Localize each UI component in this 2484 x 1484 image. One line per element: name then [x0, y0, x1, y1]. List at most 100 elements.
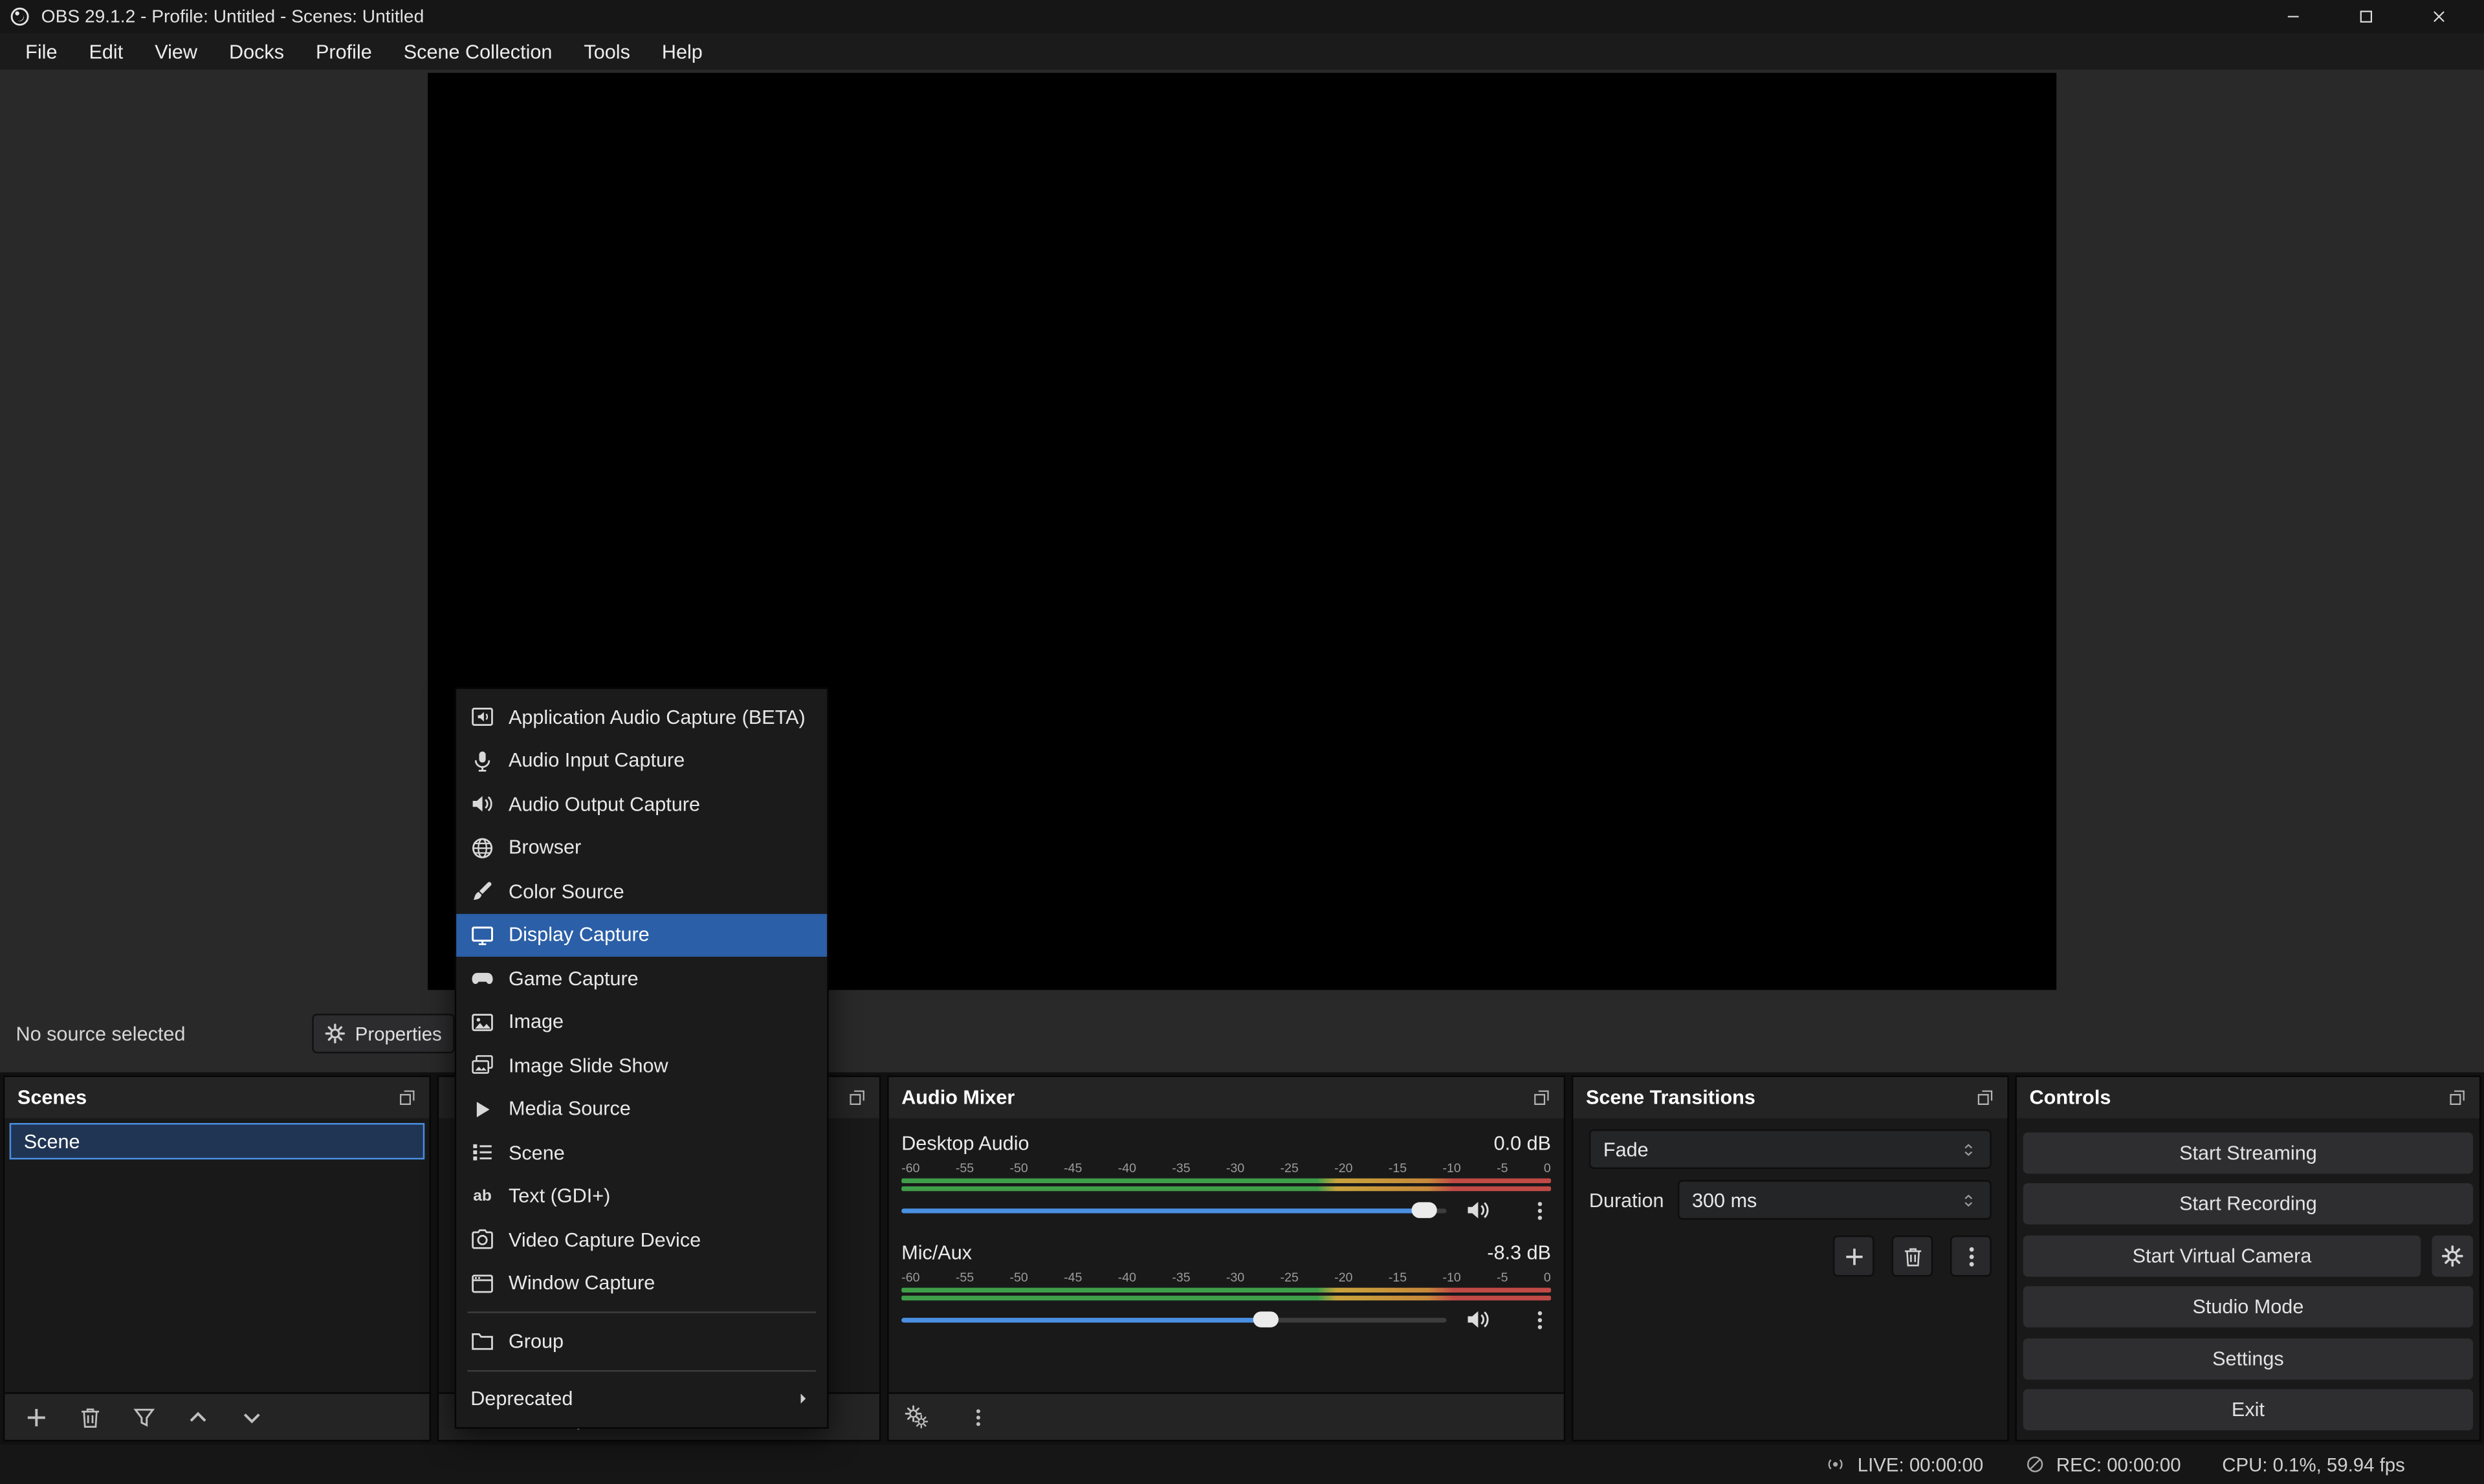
transition-options-button[interactable]	[1950, 1236, 1992, 1277]
exit-button[interactable]: Exit	[2023, 1389, 2473, 1430]
start-streaming-button[interactable]: Start Streaming	[2023, 1133, 2473, 1174]
settings-button[interactable]: Settings	[2023, 1338, 2473, 1379]
menu-item-application-audio-capture[interactable]: Application Audio Capture (BETA)	[456, 695, 827, 739]
slider-fill	[901, 1318, 1266, 1322]
slider-fill	[901, 1208, 1425, 1213]
tick-label: -40	[1118, 1271, 1136, 1286]
transition-value: Fade	[1603, 1138, 1649, 1160]
menu-item-label: Application Audio Capture (BETA)	[509, 706, 806, 728]
slider-handle[interactable]	[1254, 1311, 1279, 1327]
menu-item-text-gdi[interactable]: ab Text (GDI+)	[456, 1175, 827, 1218]
popout-icon[interactable]	[398, 1088, 417, 1107]
scene-filters-button[interactable]	[131, 1404, 157, 1430]
menu-separator	[467, 1311, 816, 1313]
menu-item-window-capture[interactable]: Window Capture	[456, 1261, 827, 1305]
channel-options-kebab-icon[interactable]	[1529, 1198, 1551, 1222]
add-scene-button[interactable]	[24, 1404, 49, 1430]
add-transition-button[interactable]	[1833, 1236, 1874, 1277]
tick-label: -20	[1334, 1161, 1352, 1177]
tick-label: -20	[1334, 1271, 1352, 1286]
volume-meter	[901, 1288, 1551, 1293]
remove-scene-button[interactable]	[78, 1404, 103, 1430]
menu-help[interactable]: Help	[646, 33, 718, 69]
scene-list-item[interactable]: Scene	[10, 1123, 425, 1159]
tick-label: -45	[1064, 1271, 1082, 1286]
tick-label: -5	[1497, 1271, 1508, 1286]
menu-tools[interactable]: Tools	[568, 33, 646, 69]
tick-label: -55	[956, 1271, 974, 1286]
menu-item-game-capture[interactable]: Game Capture	[456, 957, 827, 1000]
menu-profile[interactable]: Profile	[300, 33, 388, 69]
menu-view[interactable]: View	[139, 33, 214, 69]
popout-icon[interactable]	[1975, 1088, 1994, 1107]
menu-item-group[interactable]: Group	[456, 1320, 827, 1363]
tick-label: -35	[1172, 1161, 1190, 1177]
menu-edit[interactable]: Edit	[73, 33, 139, 69]
mixer-channel-mic-aux: Mic/Aux -8.3 dB -60 -55 -50 -45 -40 -35 …	[901, 1239, 1551, 1332]
properties-button-label: Properties	[355, 1023, 442, 1045]
spinner-arrows-icon[interactable]	[1960, 1138, 1977, 1160]
transition-select[interactable]: Fade	[1589, 1129, 1992, 1169]
scenes-panel: Scenes Scene	[3, 1076, 431, 1442]
duration-input[interactable]: 300 ms	[1678, 1180, 1992, 1219]
menu-file[interactable]: File	[10, 33, 73, 69]
audio-mixer-body: Desktop Audio 0.0 dB -60 -55 -50 -45 -40…	[889, 1118, 1564, 1393]
menu-item-media-source[interactable]: Media Source	[456, 1087, 827, 1131]
trash-icon	[1900, 1244, 1924, 1268]
advanced-audio-properties-button[interactable]	[905, 1404, 930, 1430]
mixer-options-kebab-icon[interactable]	[968, 1404, 989, 1430]
properties-button[interactable]: Properties	[312, 1014, 454, 1053]
channel-volume-db: 0.0 dB	[1494, 1133, 1551, 1155]
mute-toggle-speaker-icon[interactable]	[1466, 1197, 1491, 1223]
menu-docks[interactable]: Docks	[214, 33, 300, 69]
dock-area: Scenes Scene	[0, 1073, 2484, 1445]
menu-item-video-capture-device[interactable]: Video Capture Device	[456, 1218, 827, 1261]
scene-transitions-title: Scene Transitions	[1586, 1087, 1975, 1109]
menu-scene-collection[interactable]: Scene Collection	[388, 33, 568, 69]
remove-transition-button[interactable]	[1892, 1236, 1933, 1277]
scene-transitions-panel: Scene Transitions Fade Duration 300 ms	[1572, 1076, 2009, 1442]
menu-item-image-slide-show[interactable]: Image Slide Show	[456, 1044, 827, 1087]
submenu-arrow-icon	[795, 1391, 811, 1406]
start-recording-button[interactable]: Start Recording	[2023, 1184, 2473, 1225]
tick-label: -30	[1226, 1161, 1244, 1177]
channel-volume-db: -8.3 dB	[1487, 1242, 1551, 1264]
popout-icon[interactable]	[1532, 1088, 1551, 1107]
minimize-button[interactable]	[2256, 0, 2329, 33]
channel-name: Desktop Audio	[901, 1133, 1029, 1155]
maximize-button[interactable]	[2329, 0, 2402, 33]
spinner-arrows-icon[interactable]	[1960, 1189, 1977, 1211]
volume-slider[interactable]	[901, 1307, 1446, 1332]
virtual-camera-settings-button[interactable]	[2432, 1235, 2473, 1276]
menu-item-deprecated[interactable]: Deprecated	[456, 1377, 827, 1421]
menu-item-audio-input-capture[interactable]: Audio Input Capture	[456, 739, 827, 782]
performance-stats: CPU: 0.1%, 59.94 fps	[2222, 1453, 2405, 1475]
channel-options-kebab-icon[interactable]	[1529, 1307, 1551, 1331]
move-scene-up-button[interactable]	[185, 1404, 210, 1430]
slider-handle[interactable]	[1412, 1202, 1437, 1217]
volume-slider[interactable]	[901, 1197, 1446, 1223]
popout-icon[interactable]	[2448, 1088, 2467, 1107]
menu-item-label: Deprecated	[470, 1388, 573, 1410]
popout-icon[interactable]	[848, 1088, 866, 1107]
tick-label: -35	[1172, 1271, 1190, 1286]
audio-mixer-panel: Audio Mixer Desktop Audio 0.0 dB -60 -55…	[887, 1076, 1565, 1442]
menu-item-image[interactable]: Image	[456, 1000, 827, 1043]
menu-item-scene[interactable]: Scene	[456, 1131, 827, 1174]
folder-icon	[470, 1329, 494, 1353]
menu-item-browser[interactable]: Browser	[456, 826, 827, 869]
microphone-icon	[470, 749, 494, 773]
studio-mode-button[interactable]: Studio Mode	[2023, 1287, 2473, 1328]
menu-item-display-capture[interactable]: Display Capture	[456, 913, 827, 957]
menu-item-color-source[interactable]: Color Source	[456, 869, 827, 913]
start-virtual-camera-button[interactable]: Start Virtual Camera	[2023, 1235, 2421, 1276]
menu-item-label: Image Slide Show	[509, 1054, 668, 1076]
controls-panel: Controls Start Streaming Start Recording…	[2015, 1076, 2481, 1442]
play-icon	[470, 1097, 494, 1121]
image-icon	[470, 1010, 494, 1034]
menu-item-audio-output-capture[interactable]: Audio Output Capture	[456, 783, 827, 826]
close-button[interactable]	[2402, 0, 2475, 33]
mute-toggle-speaker-icon[interactable]	[1466, 1307, 1491, 1332]
controls-body: Start Streaming Start Recording Start Vi…	[2017, 1118, 2479, 1440]
move-scene-down-button[interactable]	[239, 1404, 265, 1430]
